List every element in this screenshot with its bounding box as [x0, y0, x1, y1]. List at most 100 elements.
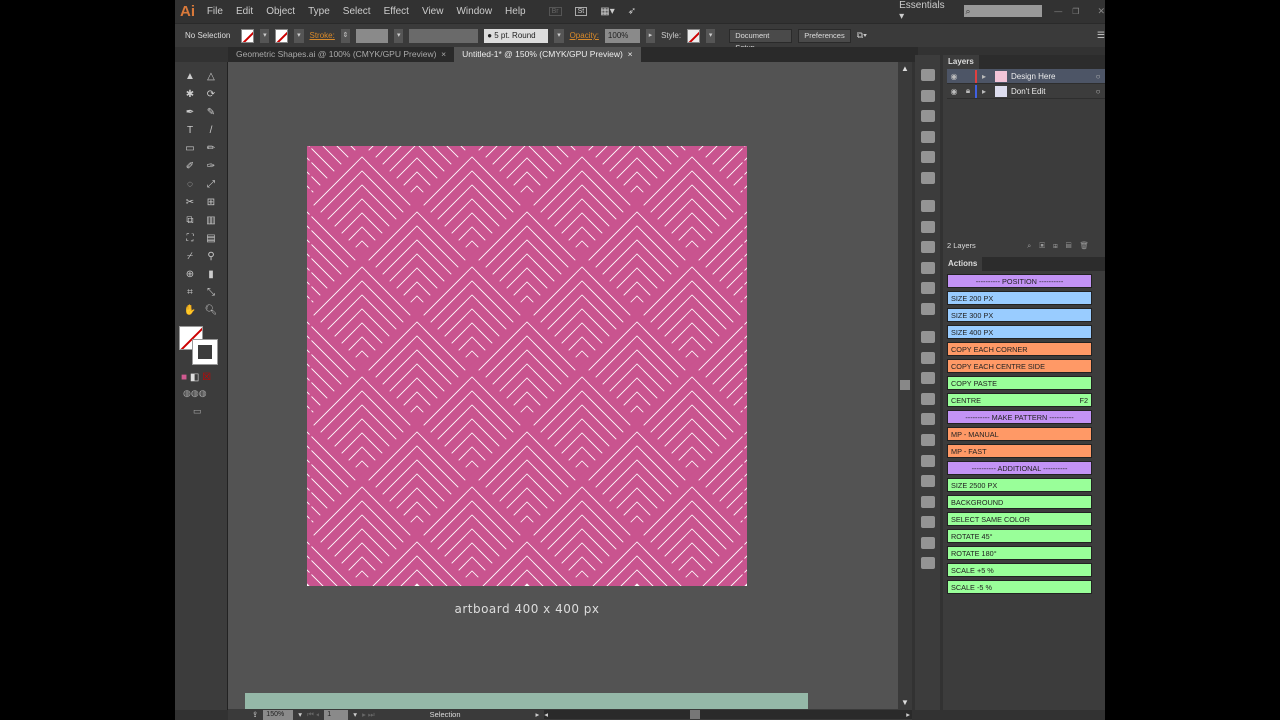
stroke-dropdown[interactable]: ▾	[294, 28, 304, 43]
zoom-field[interactable]: 150%	[263, 709, 294, 720]
tool-button[interactable]: ▮	[203, 268, 219, 282]
panel-icon-button[interactable]	[920, 372, 935, 385]
preferences-button[interactable]: Preferences	[798, 28, 851, 43]
tool-button[interactable]: ✒	[182, 106, 198, 120]
scroll-thumb[interactable]	[900, 380, 910, 390]
action-item[interactable]: ---------- MAKE PATTERN ----------	[947, 410, 1092, 424]
style-swatch[interactable]	[687, 28, 701, 43]
panel-icon-button[interactable]	[920, 475, 935, 488]
action-item[interactable]: MP - FAST	[947, 444, 1092, 458]
opacity-field[interactable]: 100%	[604, 28, 640, 43]
menu-effect[interactable]: Effect	[384, 6, 409, 17]
green-object[interactable]	[245, 693, 808, 709]
fill-swatch[interactable]	[241, 28, 255, 43]
gpu-rocket-icon[interactable]: ➶	[628, 6, 636, 17]
tool-button[interactable]: ✱	[182, 88, 198, 102]
stroke-weight-stepper[interactable]: ⇕	[340, 28, 350, 43]
action-item[interactable]: BACKGROUND	[947, 495, 1092, 509]
action-item[interactable]: COPY EACH CORNER	[947, 342, 1092, 356]
arrange-icon[interactable]: ⧉▾	[857, 30, 867, 41]
tool-button[interactable]: △	[203, 70, 219, 84]
menu-select[interactable]: Select	[343, 6, 371, 17]
tool-button[interactable]: ⤡	[203, 286, 219, 300]
scroll-down-icon[interactable]: ▼	[898, 698, 912, 707]
tool-button[interactable]: ✎	[203, 106, 219, 120]
panel-icon-button[interactable]	[920, 351, 935, 364]
layer-name[interactable]: Design Here	[1011, 72, 1091, 81]
tab-geometric-shapes[interactable]: Geometric Shapes.ai @ 100% (CMYK/GPU Pre…	[228, 47, 454, 62]
tool-button[interactable]: ✑	[203, 160, 219, 174]
horizontal-scrollbar[interactable]: ◂ ▸	[544, 710, 912, 719]
screen-mode-button[interactable]: ▭	[193, 406, 202, 417]
menu-help[interactable]: Help	[505, 6, 526, 17]
style-dropdown[interactable]: ▾	[706, 28, 716, 43]
stroke-weight-dropdown[interactable]: ▾	[394, 28, 404, 43]
expand-arrow-icon[interactable]: ▸	[977, 72, 991, 81]
action-item[interactable]: COPY EACH CENTRE SIDE	[947, 359, 1092, 373]
action-item[interactable]: SELECT SAME COLOR	[947, 512, 1092, 526]
panel-icon-button[interactable]	[920, 199, 935, 212]
panel-icon-button[interactable]	[920, 171, 935, 184]
layer-row[interactable]: ◉ 🔒︎ ▸ Don't Edit ○	[947, 84, 1105, 99]
tool-button[interactable]: ⌗	[182, 286, 198, 300]
opacity-arrow[interactable]: ▸	[645, 28, 656, 43]
action-item[interactable]: MP - MANUAL	[947, 427, 1092, 441]
tool-button[interactable]: ✋	[182, 304, 198, 318]
tab-close-icon[interactable]: ×	[628, 49, 633, 59]
panel-icon-button[interactable]	[920, 433, 935, 446]
layer-name[interactable]: Don't Edit	[1011, 87, 1091, 96]
search-input[interactable]: ⌕	[963, 5, 1043, 17]
action-item[interactable]: COPY PASTE	[947, 376, 1092, 390]
tab-close-icon[interactable]: ×	[441, 49, 446, 59]
tool-button[interactable]: ▤	[203, 232, 219, 246]
artboard-dropdown[interactable]: ▾	[353, 710, 357, 719]
tool-button[interactable]: ◌	[182, 178, 198, 192]
layers-tab[interactable]: Layers	[943, 55, 979, 69]
action-item[interactable]: SIZE 2500 PX	[947, 478, 1092, 492]
action-item[interactable]: SCALE +5 %	[947, 563, 1092, 577]
tool-button[interactable]: ⤢	[203, 178, 219, 192]
panel-icon-button[interactable]	[920, 392, 935, 405]
visibility-eye-icon[interactable]: ◉	[947, 72, 961, 81]
panel-icon-button[interactable]	[920, 261, 935, 274]
action-item[interactable]: SCALE -5 %	[947, 580, 1092, 594]
menu-edit[interactable]: Edit	[236, 6, 253, 17]
tool-button[interactable]: ⊞	[203, 196, 219, 210]
action-item[interactable]: SIZE 400 PX	[947, 325, 1092, 339]
visibility-eye-icon[interactable]: ◉	[947, 87, 961, 96]
actions-tab[interactable]: Actions	[943, 257, 983, 271]
tool-button[interactable]: ⊕	[182, 268, 198, 282]
layer-row[interactable]: ◉ ▸ Design Here ○	[947, 69, 1105, 84]
opacity-label[interactable]: Opacity:	[570, 31, 599, 40]
tool-button[interactable]: ✂	[182, 196, 198, 210]
workspace-switcher[interactable]: Essentials ▾	[899, 0, 948, 22]
menu-window[interactable]: Window	[456, 6, 492, 17]
menu-type[interactable]: Type	[308, 6, 330, 17]
draw-mode-buttons[interactable]: ◍◍◍	[183, 388, 207, 399]
artboard[interactable]	[307, 146, 747, 586]
panel-icon-button[interactable]	[920, 413, 935, 426]
action-item[interactable]: CENTRE F2	[947, 393, 1092, 407]
scroll-up-icon[interactable]: ▲	[898, 64, 912, 73]
target-circle-icon[interactable]: ○	[1091, 72, 1105, 81]
action-item[interactable]: ROTATE 45°	[947, 529, 1092, 543]
stock-button[interactable]: St	[574, 6, 588, 16]
panel-icon-button[interactable]	[920, 495, 935, 508]
panel-icon-button[interactable]	[920, 69, 935, 81]
action-item[interactable]: SIZE 300 PX	[947, 308, 1092, 322]
panel-icon-button[interactable]	[920, 302, 935, 315]
tool-button[interactable]: ▥	[203, 214, 219, 228]
panel-icon-button[interactable]	[920, 130, 935, 143]
color-mode-buttons[interactable]: ■ ◧ ☒	[181, 372, 211, 383]
panel-icon-button[interactable]	[920, 151, 935, 164]
fill-dropdown[interactable]: ▾	[260, 28, 270, 43]
tool-button[interactable]: ✏	[203, 142, 219, 156]
panel-icon-button[interactable]	[920, 282, 935, 295]
brush-dropdown[interactable]: ▾	[554, 28, 564, 43]
bridge-button[interactable]: Br	[548, 6, 562, 16]
stroke-swatch[interactable]	[275, 28, 289, 43]
zoom-dropdown[interactable]: ▾	[298, 710, 302, 719]
menu-view[interactable]: View	[422, 6, 444, 17]
artboard-number-field[interactable]: 1	[324, 709, 349, 720]
panel-icon-button[interactable]	[920, 241, 935, 254]
